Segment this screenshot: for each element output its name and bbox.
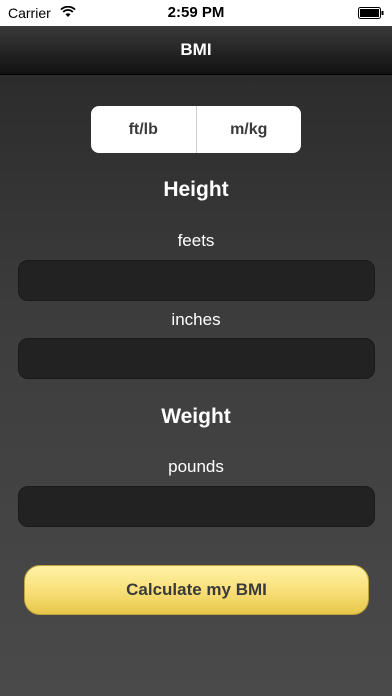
status-bar: Carrier 2:59 PM xyxy=(0,0,392,26)
feet-label: feets xyxy=(177,231,215,250)
battery-icon xyxy=(358,7,384,19)
inches-label: inches xyxy=(171,310,221,329)
height-section-title: Height xyxy=(163,178,229,201)
bmi-form: ft/lb m/kg Height feets inches Weight po… xyxy=(0,75,392,696)
pounds-label: pounds xyxy=(168,457,224,476)
inches-input[interactable] xyxy=(18,338,375,379)
page-title: BMI xyxy=(180,40,212,59)
feet-input[interactable] xyxy=(18,260,375,301)
unit-segment-metric[interactable]: m/kg xyxy=(197,106,302,153)
navigation-bar: BMI xyxy=(0,26,392,75)
unit-segment-imperial[interactable]: ft/lb xyxy=(91,106,196,153)
status-time: 2:59 PM xyxy=(167,4,225,21)
pounds-input[interactable] xyxy=(18,486,375,527)
weight-section-title: Weight xyxy=(161,405,231,428)
calculate-bmi-button[interactable]: Calculate my BMI xyxy=(24,565,369,615)
unit-segmented-control[interactable]: ft/lb m/kg xyxy=(91,106,301,153)
bmi-screen: Carrier 2:59 PM BMI ft/lb m/kg Height fe… xyxy=(0,0,392,696)
